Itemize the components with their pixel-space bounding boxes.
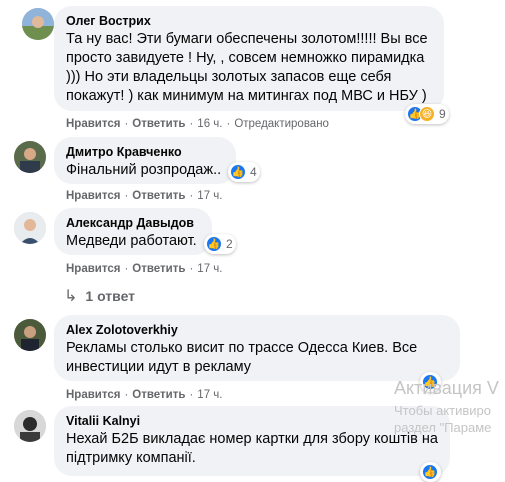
comment-text-line: ))) Но эти владельцы золотых запасов еще… (66, 69, 392, 85)
like-button[interactable]: Нравится (66, 263, 120, 275)
replies-label: 1 ответ (85, 288, 136, 304)
comment-author[interactable]: Олег Вострих (66, 13, 432, 29)
like-icon: 👍 (206, 236, 222, 252)
avatar[interactable] (14, 410, 46, 442)
comment-actions: Нравится · Ответить · 17 ч. (66, 190, 223, 202)
reaction-summary[interactable]: 👍 4 (228, 162, 260, 182)
avatar[interactable] (14, 141, 46, 173)
like-button[interactable]: Нравится (66, 118, 120, 130)
reply-arrow-icon: ↳ (64, 288, 78, 305)
reaction-count: 4 (250, 165, 257, 179)
comment-time[interactable]: 17 ч. (197, 263, 222, 275)
comment-time[interactable]: 17 ч. (197, 389, 222, 401)
like-button[interactable]: Нравится (66, 389, 120, 401)
view-replies-link[interactable]: ↳ 1 ответ (64, 286, 135, 306)
reaction-summary[interactable]: 👍 (420, 462, 441, 482)
comment-author[interactable]: Alex Zolotoverkhiy (66, 322, 448, 338)
comment-text-line: Та ну вас! Эти бумаги обеспечены золотом… (66, 31, 428, 47)
reply-button[interactable]: Ответить (132, 389, 185, 401)
comment-actions: Нравится · Ответить · 16 ч. · Отредактировано (66, 118, 329, 130)
reaction-count: 2 (226, 237, 233, 251)
reaction-summary[interactable]: 👍 😆 9 (405, 104, 449, 124)
comment-text: Медведи работают. (66, 233, 197, 249)
edited-label: Отредактировано (234, 118, 329, 130)
like-icon: 👍 (422, 464, 438, 480)
reply-button[interactable]: Ответить (132, 190, 185, 202)
activation-watermark-text: Чтобы активиро (394, 403, 492, 418)
comment-bubble: Vitalii Kalnyi Нехай Б2Б викладає номер … (54, 406, 450, 476)
activation-watermark-title: Активация V (394, 378, 499, 398)
reaction-summary[interactable]: 👍 2 (204, 234, 236, 254)
comment-bubble: Дмитро Кравченко Фінальний розпродаж.. (54, 137, 236, 184)
comment-text-line: підтримку компанії. (66, 450, 196, 466)
comment-actions: Нравится · Ответить · 17 ч. (66, 263, 223, 275)
comment-text-line: Рекламы столько висит по трассе Одесса К… (66, 340, 418, 356)
comment-bubble: Олег Вострих Та ну вас! Эти бумаги обесп… (54, 6, 444, 111)
reply-button[interactable]: Ответить (132, 263, 185, 275)
avatar[interactable] (22, 8, 54, 40)
avatar[interactable] (14, 319, 46, 351)
comment-bubble: Александр Давыдов Медведи работают. (54, 208, 212, 255)
comment-author[interactable]: Дмитро Кравченко (66, 144, 224, 160)
like-icon: 👍 (230, 164, 246, 180)
comment-text-line: просто завидуете ! Ну, , совсем немножко… (66, 50, 425, 66)
avatar[interactable] (14, 212, 46, 244)
comment-text-line: покажут! ) как минимум на митингах под М… (66, 88, 427, 104)
comment-author[interactable]: Александр Давыдов (66, 215, 200, 231)
haha-icon: 😆 (419, 106, 435, 122)
reply-button[interactable]: Ответить (132, 118, 185, 130)
like-button[interactable]: Нравится (66, 190, 120, 202)
comment-text-line: Нехай Б2Б викладає номер картки для збор… (66, 431, 438, 447)
comment-actions: Нравится · Ответить · 17 ч. (66, 389, 223, 401)
reaction-count: 9 (439, 107, 446, 121)
comment-author[interactable]: Vitalii Kalnyi (66, 413, 438, 429)
comment-time[interactable]: 16 ч. (197, 118, 222, 130)
comment-text: Фінальний розпродаж.. (66, 162, 222, 178)
comment-time[interactable]: 17 ч. (197, 190, 222, 202)
comment-bubble: Alex Zolotoverkhiy Рекламы столько висит… (54, 315, 460, 381)
comment-text-line: инвестиции идут в рекламу (66, 359, 251, 375)
activation-watermark-text: раздел "Параме (394, 420, 492, 435)
